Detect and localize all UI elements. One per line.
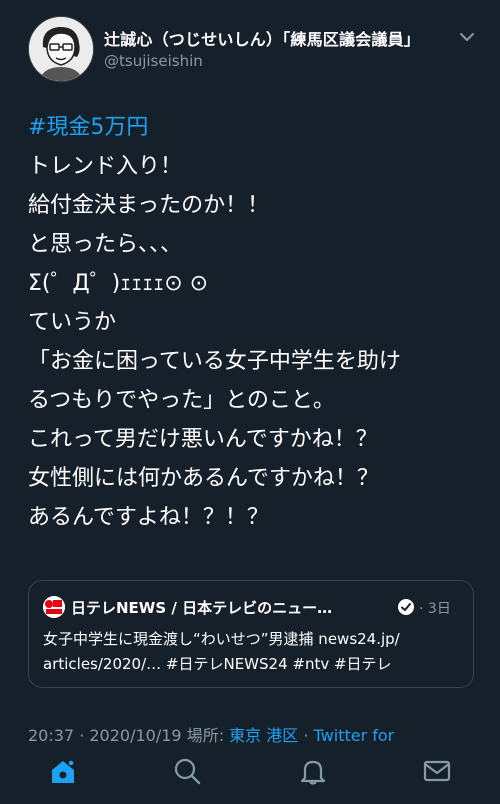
source-link[interactable]: Twitter for <box>314 726 395 745</box>
tweet-meta: 20:37 · 2020/10/19 場所: 東京 港区 · Twitter f… <box>28 722 394 746</box>
tweet-line: あるんですよね！？！？ <box>28 505 269 530</box>
notifications-icon[interactable] <box>298 756 328 786</box>
tweet-line: 給付金決まったのか！！ <box>28 193 270 218</box>
card-time: · 3日 <box>419 598 451 618</box>
card-body-line: 女子中学生に現金渡し“わいせつ”男逮捕 news24.jp/ <box>43 630 400 648</box>
chevron-down-icon[interactable] <box>458 28 476 46</box>
card-header: 日テレNEWS / 日本テレビのニュー… · 3日 <box>43 595 463 619</box>
tweet-text: #現金5万円トレンド入り！ 給付金決まったのか！！ と思ったら、、、 Σ(゜Д゜)ｪｪ… <box>28 108 483 537</box>
place-label: 場所: <box>186 726 230 745</box>
home-icon[interactable] <box>48 756 78 786</box>
meta-separator: · <box>298 726 314 745</box>
author-name[interactable]: 辻誠心（つじせいしん）「練馬区議会議員」 <box>104 26 420 50</box>
tweet-line: 女性側には何かあるんですかね！？ <box>28 466 379 491</box>
tweet-header: 辻誠心（つじせいしん）「練馬区議会議員」 @tsujiseishin <box>28 16 480 84</box>
tweet-timestamp: 20:37 · 2020/10/19 <box>28 726 182 745</box>
avatar[interactable] <box>28 16 94 82</box>
tweet-line: トレンド入り！ <box>28 154 183 179</box>
verified-icon <box>398 599 414 615</box>
card-source-title[interactable]: 日テレNEWS / 日本テレビのニュー… <box>71 597 332 618</box>
hashtag-link[interactable]: #現金5万円 <box>28 108 483 147</box>
card-time-value: 3日 <box>427 601 451 617</box>
bottom-tab-bar <box>0 748 500 804</box>
tweet-line: と思ったら、、、 <box>28 232 183 257</box>
tweet-line: ていうか <box>28 310 117 335</box>
tweet-line: 「お金に困っている女子中学生を助け <box>28 349 401 374</box>
tweet-line: これって男だけ悪いんですかね！？ <box>28 427 378 452</box>
author-handle[interactable]: @tsujiseishin <box>104 52 203 70</box>
search-icon[interactable] <box>172 756 202 786</box>
card-body-line: articles/2020/… #日テレNEWS24 #ntv #日テレ <box>43 655 392 673</box>
place-link[interactable]: 東京 港区 <box>229 726 298 745</box>
tweet-line: Σ(゜Д゜)ｪｪｪｪ⊙ ⊙ <box>28 271 209 296</box>
card-separator: · <box>419 601 424 617</box>
link-card[interactable]: 日テレNEWS / 日本テレビのニュー… · 3日 女子中学生に現金渡し“わいせ… <box>28 580 474 688</box>
card-body: 女子中学生に現金渡し“わいせつ”男逮捕 news24.jp/ articles/… <box>43 627 463 677</box>
tweet-line: るつもりでやった」とのこと。 <box>28 388 335 413</box>
messages-icon[interactable] <box>422 756 452 786</box>
ntv-logo <box>43 596 65 618</box>
